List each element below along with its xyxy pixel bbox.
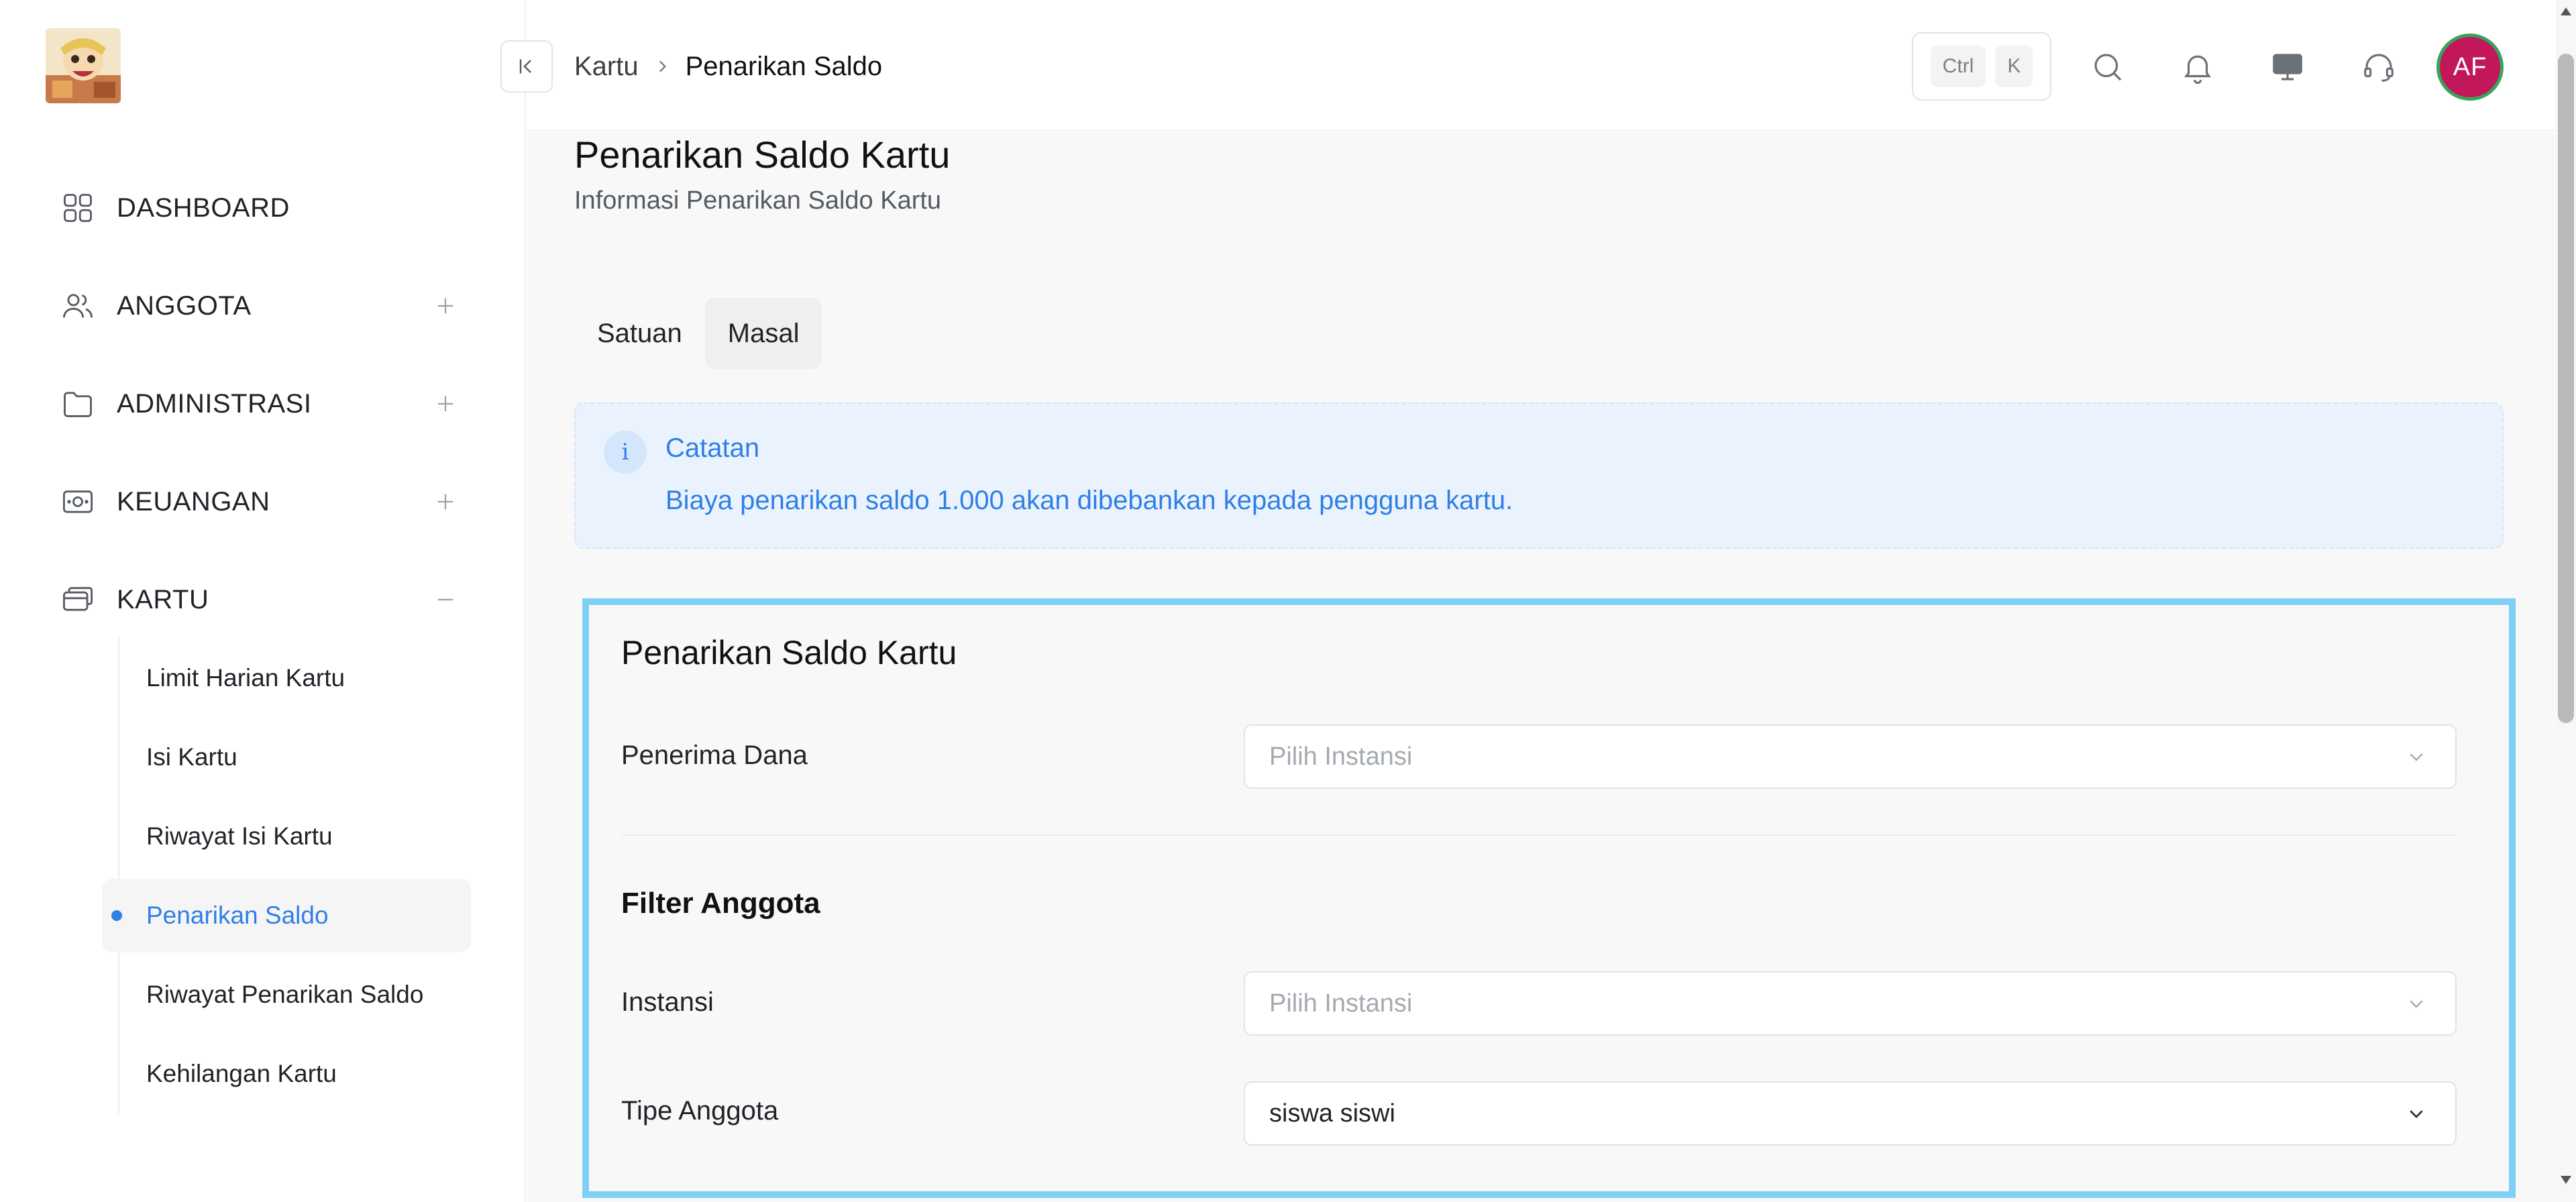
collapse-left-icon bbox=[519, 59, 531, 74]
select-placeholder: Pilih Instansi bbox=[1269, 989, 1413, 1018]
folder-icon bbox=[59, 385, 97, 423]
headset-icon[interactable] bbox=[2352, 40, 2406, 94]
tab-masal[interactable]: Masal bbox=[704, 298, 822, 369]
sidebar-item-anggota[interactable]: ANGGOTA bbox=[59, 274, 462, 338]
submenu-item-isi-kartu[interactable]: Isi Kartu bbox=[102, 720, 471, 794]
filter-section-title: Filter Anggota bbox=[621, 887, 820, 920]
submenu-item-label: Riwayat Isi Kartu bbox=[146, 822, 333, 850]
select-placeholder: Pilih Instansi bbox=[1269, 742, 1413, 771]
kbd-k: K bbox=[1995, 46, 2033, 87]
submenu-item-label: Limit Harian Kartu bbox=[146, 664, 345, 692]
bell-icon[interactable] bbox=[2171, 40, 2224, 94]
command-palette-shortcut[interactable]: Ctrl K bbox=[1912, 32, 2051, 101]
sidebar-item-label: DASHBOARD bbox=[117, 193, 290, 223]
page-subtitle: Informasi Penarikan Saldo Kartu bbox=[574, 186, 942, 215]
sidebar-item-label: ANGGOTA bbox=[117, 290, 252, 321]
penerima-dana-label: Penerima Dana bbox=[621, 741, 808, 770]
submenu-item-kehilangan-kartu[interactable]: Kehilangan Kartu bbox=[102, 1037, 471, 1111]
select-value: siswa siswi bbox=[1269, 1099, 1395, 1128]
tipe-anggota-label: Tipe Anggota bbox=[621, 1096, 779, 1126]
users-icon bbox=[59, 287, 97, 325]
expand-plus-icon[interactable] bbox=[429, 486, 462, 518]
search-icon[interactable] bbox=[2081, 40, 2135, 94]
sidebar-item-administrasi[interactable]: ADMINISTRASI bbox=[59, 372, 462, 436]
page-title: Penarikan Saldo Kartu bbox=[574, 133, 951, 176]
cash-icon bbox=[59, 483, 97, 521]
kbd-ctrl: Ctrl bbox=[1930, 46, 1986, 87]
sidebar-item-label: KEUANGAN bbox=[117, 486, 270, 516]
submenu-item-label: Isi Kartu bbox=[146, 743, 237, 771]
note-text: Biaya penarikan saldo 1.000 akan dibeban… bbox=[665, 486, 1513, 515]
app-logo[interactable] bbox=[46, 28, 121, 103]
active-indicator-dot bbox=[111, 910, 122, 921]
chevron-down-icon bbox=[2402, 989, 2431, 1018]
tab-satuan[interactable]: Satuan bbox=[574, 298, 705, 369]
submenu-item-limit-harian-kartu[interactable]: Limit Harian Kartu bbox=[102, 641, 471, 715]
instansi-select[interactable]: Pilih Instansi bbox=[1244, 971, 2457, 1036]
monitor-icon[interactable] bbox=[2261, 40, 2314, 94]
collapse-sidebar-button[interactable] bbox=[500, 40, 553, 93]
breadcrumb: Kartu Penarikan Saldo bbox=[574, 47, 882, 86]
form-title: Penarikan Saldo Kartu bbox=[621, 634, 957, 671]
submenu-item-riwayat-isi-kartu[interactable]: Riwayat Isi Kartu bbox=[102, 800, 471, 873]
scrollbar-thumb[interactable] bbox=[2558, 54, 2574, 723]
form-divider bbox=[621, 834, 2457, 836]
chevron-right-icon bbox=[653, 58, 671, 75]
breadcrumb-link-kartu[interactable]: Kartu bbox=[574, 52, 639, 82]
sidebar-item-kartu[interactable]: KARTU bbox=[59, 567, 462, 632]
info-icon: i bbox=[604, 431, 647, 474]
submenu-item-penarikan-saldo[interactable]: Penarikan Saldo bbox=[102, 879, 471, 952]
note-title: Catatan bbox=[665, 433, 760, 463]
scroll-down-arrow-icon[interactable] bbox=[2557, 1171, 2575, 1189]
scroll-up-arrow-icon[interactable] bbox=[2557, 3, 2575, 20]
tipe-anggota-select[interactable]: siswa siswi bbox=[1244, 1081, 2457, 1146]
breadcrumb-current: Penarikan Saldo bbox=[685, 51, 883, 81]
expand-plus-icon[interactable] bbox=[429, 388, 462, 420]
sidebar-item-dashboard[interactable]: DASHBOARD bbox=[59, 176, 462, 240]
chevron-down-icon bbox=[2402, 742, 2431, 771]
sidebar-item-label: ADMINISTRASI bbox=[117, 388, 312, 419]
tab-list: Satuan Masal bbox=[574, 298, 822, 369]
sidebar-item-keuangan[interactable]: KEUANGAN bbox=[59, 470, 462, 534]
user-avatar[interactable]: AF bbox=[2436, 34, 2504, 101]
instansi-label: Instansi bbox=[621, 987, 714, 1017]
submenu-item-riwayat-penarikan-saldo[interactable]: Riwayat Penarikan Saldo bbox=[102, 958, 471, 1032]
card-icon bbox=[59, 581, 97, 618]
info-note-box bbox=[574, 402, 2504, 549]
submenu-item-label: Kehilangan Kartu bbox=[146, 1060, 337, 1087]
sidebar-item-label: KARTU bbox=[117, 584, 209, 614]
dashboard-grid-icon bbox=[59, 189, 97, 227]
collapse-minus-icon[interactable] bbox=[429, 584, 462, 616]
submenu-item-label: Riwayat Penarikan Saldo bbox=[146, 981, 424, 1008]
penerima-dana-select[interactable]: Pilih Instansi bbox=[1244, 724, 2457, 789]
chevron-down-icon bbox=[2402, 1099, 2431, 1128]
expand-plus-icon[interactable] bbox=[429, 290, 462, 322]
submenu-item-label: Penarikan Saldo bbox=[146, 902, 329, 929]
